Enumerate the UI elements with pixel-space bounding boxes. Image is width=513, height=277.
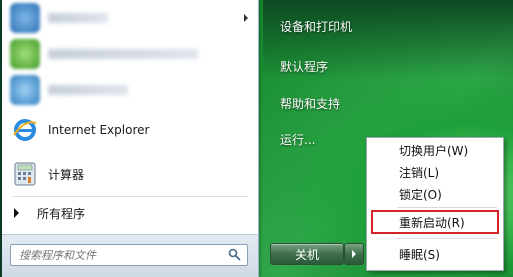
all-programs-button[interactable]: 所有程序	[2, 202, 258, 224]
menu-item-switch-user[interactable]: 切换用户(W)	[371, 140, 497, 160]
menu-divider-1	[397, 207, 497, 208]
help-support-link[interactable]: 帮助和支持	[280, 95, 340, 112]
internet-explorer-icon	[10, 115, 40, 145]
start-menu-left-pane: Internet Explorer 计算器 所有程序	[0, 0, 259, 277]
blurred-label-3	[48, 85, 128, 95]
blurred-app-icon-3	[10, 75, 40, 105]
menu-item-lock[interactable]: 锁定(O)	[371, 184, 497, 204]
menu-item-sleep[interactable]: 睡眠(S)	[371, 244, 497, 264]
menu-item-restart[interactable]: 重新启动(R)	[371, 212, 497, 232]
devices-printers-link[interactable]: 设备和打印机	[280, 18, 352, 35]
menu-item-logoff[interactable]: 注销(L)	[371, 162, 497, 182]
shutdown-options-button[interactable]	[344, 243, 364, 265]
blurred-app-icon-2	[10, 39, 40, 69]
chevron-right-icon	[352, 250, 356, 258]
blurred-label-1	[48, 13, 108, 23]
blurred-label-2	[48, 49, 198, 59]
shutdown-button[interactable]: 关机	[270, 243, 344, 265]
internet-explorer-label: Internet Explorer	[48, 123, 150, 137]
pinned-item-internet-explorer[interactable]: Internet Explorer	[6, 112, 254, 148]
power-options-menu: 切换用户(W) 注销(L) 锁定(O) 重新启动(R) 睡眠(S)	[366, 137, 504, 271]
default-programs-link[interactable]: 默认程序	[280, 58, 328, 75]
search-strip	[2, 234, 258, 277]
calculator-icon	[10, 159, 40, 189]
search-icon[interactable]	[228, 248, 241, 261]
search-box[interactable]	[10, 244, 248, 266]
calculator-label: 计算器	[48, 167, 85, 182]
search-input[interactable]	[17, 247, 221, 263]
submenu-arrow-icon	[244, 14, 248, 22]
blurred-app-icon-1	[10, 3, 40, 33]
pinned-item-blurred-1[interactable]	[6, 0, 254, 36]
menu-divider-2	[397, 238, 497, 239]
left-pane-separator	[12, 196, 248, 197]
pinned-item-blurred-2[interactable]	[6, 36, 254, 72]
all-programs-arrow-icon	[14, 208, 19, 218]
all-programs-label: 所有程序	[37, 206, 86, 221]
pinned-item-calculator[interactable]: 计算器	[6, 156, 254, 192]
pinned-item-blurred-3[interactable]	[6, 72, 254, 108]
run-link[interactable]: 运行...	[280, 131, 315, 148]
